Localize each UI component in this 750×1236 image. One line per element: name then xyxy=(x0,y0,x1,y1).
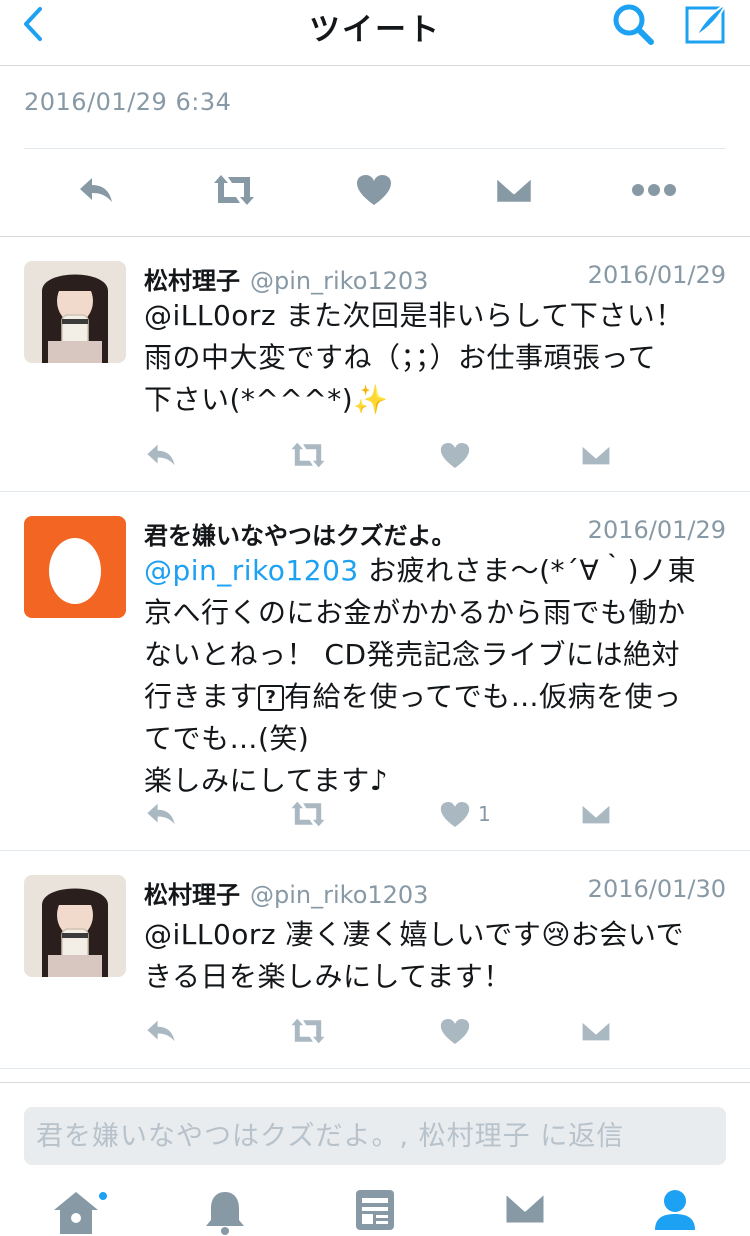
reply-icon[interactable] xyxy=(144,435,178,475)
tweet-actions xyxy=(144,1011,624,1051)
navigation-bar: ツイート xyxy=(0,0,750,66)
mention-link[interactable]: @pin_riko1203 xyxy=(144,554,359,587)
avatar-egg[interactable] xyxy=(24,516,126,618)
tweet-text: @iLL0orz 凄く凄く嬉しいです😢お会いで きる日を楽しみにしてます！ xyxy=(144,914,730,998)
avatar[interactable] xyxy=(24,875,126,977)
mention-link[interactable]: @iLL0orz xyxy=(144,918,276,951)
like-count: 1 xyxy=(478,802,491,826)
user-handle[interactable]: @pin_riko1203 xyxy=(250,267,428,295)
divider xyxy=(24,148,726,149)
notification-dot xyxy=(97,1190,109,1202)
tab-messages[interactable] xyxy=(497,1188,553,1236)
retweet-icon[interactable] xyxy=(288,1011,328,1051)
reply-icon[interactable] xyxy=(144,1011,178,1051)
tweet-header: 松村理子 @pin_riko1203 2016/01/30 xyxy=(144,875,726,909)
tweet-text: @iLL0orz また次回是非いらして下さい！ 雨の中大変ですね（；；）お仕事頑… xyxy=(144,295,730,421)
tab-bar xyxy=(0,1180,750,1236)
tab-notifications[interactable] xyxy=(197,1188,253,1236)
user-handle[interactable]: @pin_riko1203 xyxy=(250,881,428,909)
retweet-icon[interactable] xyxy=(288,794,328,834)
reply-tweet[interactable]: 松村理子 @pin_riko1203 2016/01/29 @iLL0orz また… xyxy=(0,237,750,492)
tab-home[interactable] xyxy=(48,1188,104,1236)
like-heart-icon[interactable] xyxy=(440,435,470,475)
display-name[interactable]: 松村理子 xyxy=(144,267,240,295)
main-tweet-actions xyxy=(0,160,750,224)
tweet-header: 松村理子 @pin_riko1203 2016/01/29 xyxy=(144,261,726,295)
tab-moments[interactable] xyxy=(347,1188,403,1236)
like-heart-icon[interactable] xyxy=(350,166,398,214)
compose-tweet-icon[interactable] xyxy=(682,1,730,46)
tweet-actions: 1 xyxy=(144,794,624,834)
reply-tweet[interactable]: 松村理子 @pin_riko1203 2016/01/30 @iLL0orz 凄く… xyxy=(0,851,750,1069)
tab-me[interactable] xyxy=(647,1188,703,1236)
tweet-header: 君を嫌いなやつはクズだよ。 2016/01/29 xyxy=(144,516,726,550)
retweet-icon[interactable] xyxy=(210,166,258,214)
reply-icon[interactable] xyxy=(72,166,120,214)
display-name[interactable]: 君を嫌いなやつはクズだよ。 xyxy=(144,516,456,551)
direct-message-icon[interactable] xyxy=(580,794,612,834)
tweet-date: 2016/01/30 xyxy=(587,875,726,903)
direct-message-icon[interactable] xyxy=(580,435,612,475)
reply-tweet[interactable]: 君を嫌いなやつはクズだよ。 2016/01/29 @pin_riko1203 お… xyxy=(0,492,750,851)
unsupported-emoji-icon: ? xyxy=(258,685,285,711)
direct-message-icon[interactable] xyxy=(580,1011,612,1051)
tweet-text: @pin_riko1203 お疲れさま〜(*´∀｀)ノ東 京へ行くのにお金がかか… xyxy=(144,550,730,802)
search-icon[interactable] xyxy=(610,2,656,46)
display-name[interactable]: 松村理子 xyxy=(144,881,240,909)
tweet-date: 2016/01/29 xyxy=(587,261,726,289)
tweet-date: 2016/01/29 xyxy=(587,516,726,544)
crying-face-emoji: 😢 xyxy=(541,918,571,951)
like-heart-icon[interactable] xyxy=(440,1011,470,1051)
reply-composer xyxy=(0,1082,750,1180)
main-tweet-timestamp: 2016/01/29 6:34 xyxy=(24,88,232,116)
retweet-icon[interactable] xyxy=(288,435,328,475)
like-heart-icon[interactable]: 1 xyxy=(440,794,491,834)
tweet-actions xyxy=(144,435,624,475)
reply-input[interactable] xyxy=(24,1107,726,1165)
avatar[interactable] xyxy=(24,261,126,363)
mention-link[interactable]: @iLL0orz xyxy=(144,299,276,332)
reply-icon[interactable] xyxy=(144,794,178,834)
direct-message-icon[interactable] xyxy=(490,166,538,214)
more-options-icon[interactable] xyxy=(630,166,678,214)
tweet-text-content: 凄く凄く嬉しいです xyxy=(276,918,542,951)
